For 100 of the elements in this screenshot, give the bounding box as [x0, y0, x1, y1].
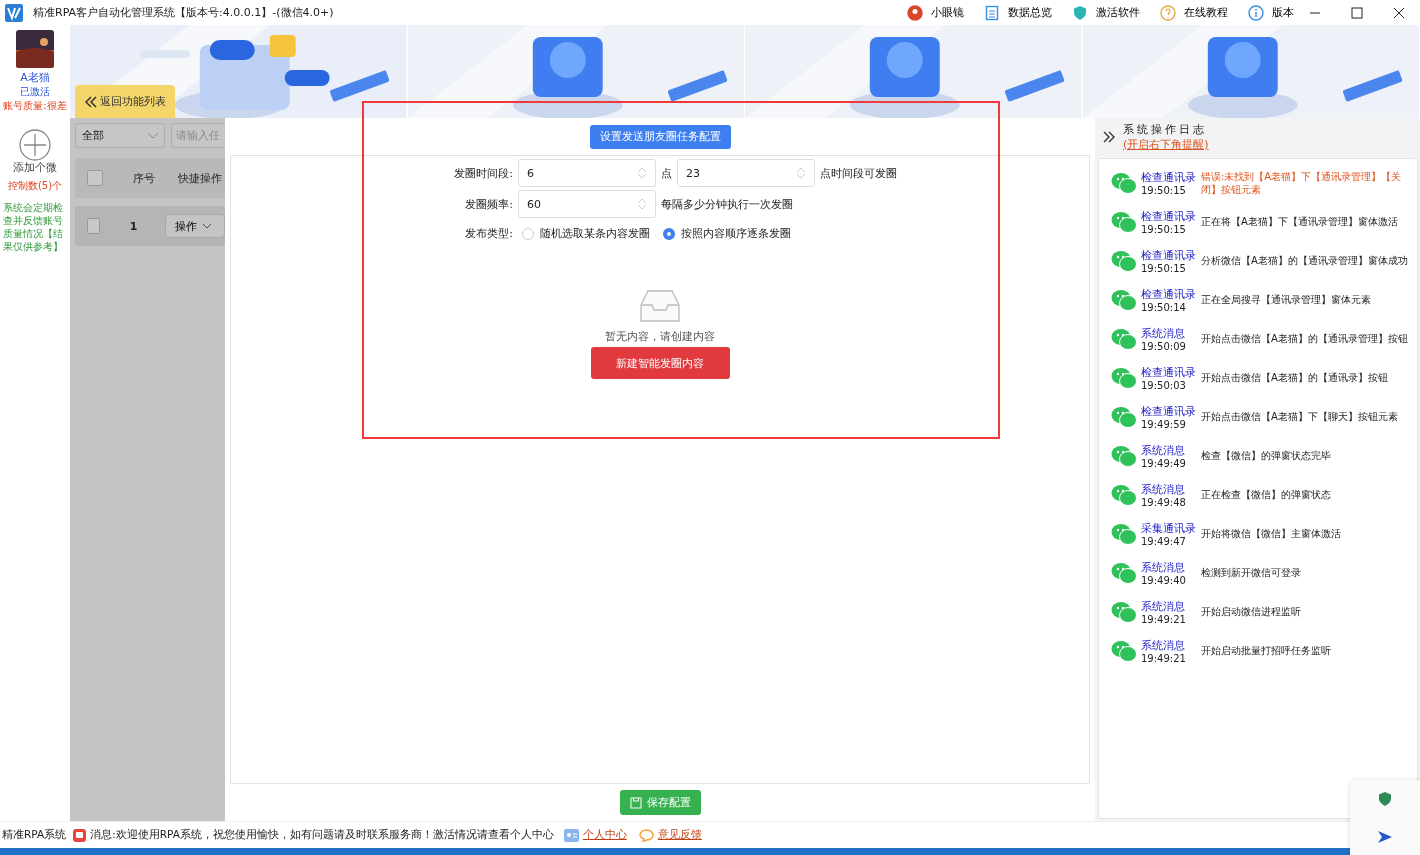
speech-bubble-icon — [638, 828, 654, 842]
chat-bubbles-icon — [1111, 639, 1137, 662]
log-category: 系统消息 — [1141, 325, 1186, 341]
column-header: 序号 — [133, 170, 156, 186]
status-link[interactable]: 意见反馈 — [657, 828, 702, 842]
log-title: 系统操作日志 — [1123, 121, 1208, 137]
toolbar-button[interactable]: 版本 — [1248, 4, 1294, 21]
log-message: 正在检查【微信】的弹窗状态 — [1201, 488, 1332, 501]
log-category: 系统消息 — [1141, 559, 1186, 575]
id-card-icon — [563, 828, 579, 842]
log-message: 正在全局搜寻【通讯录管理】窗体元素 — [1201, 293, 1372, 306]
field-label: 发圈时间段: — [453, 165, 513, 181]
save-icon — [629, 796, 642, 809]
arrow-icon[interactable] — [1377, 829, 1393, 844]
chat-bubbles-icon — [1111, 288, 1137, 311]
log-time: 19:50:03 — [1141, 379, 1187, 391]
person-icon — [907, 4, 923, 21]
field-label: 发布类型: — [464, 226, 513, 241]
action-dropdown[interactable]: 操作 — [165, 214, 225, 238]
collapse-icon[interactable] — [1103, 130, 1115, 143]
chat-bubbles-icon — [1111, 522, 1137, 545]
log-message: 分析微信【A老猫】的【通讯录管理】窗体成功 — [1201, 254, 1409, 267]
clipboard-icon — [984, 4, 1000, 21]
account-name: A老猫 — [20, 70, 50, 85]
status-message: 消息:欢迎使用RPA系统，祝您使用愉快，如有问题请及时联系服务商！激活情况请查看个人中心 — [90, 828, 554, 842]
chat-bubbles-icon — [1111, 483, 1137, 506]
frequency-field[interactable]: 60 — [518, 190, 656, 218]
quality-note: 系统会定期检查并反馈账号质量情况【结果仅供参考】 — [2, 201, 64, 253]
caret-icon — [203, 223, 211, 229]
double-chevron-icon — [84, 95, 97, 108]
shield-icon — [1072, 4, 1088, 21]
chat-bubbles-icon — [1111, 405, 1137, 428]
select-all-checkbox[interactable] — [87, 170, 103, 186]
radio-option[interactable]: 随机选取某条内容发圈 — [522, 226, 650, 241]
toolbar-button[interactable]: 激活软件 — [1072, 4, 1140, 21]
chat-bubbles-icon — [1111, 210, 1137, 233]
field-hint: 点时间段可发圈 — [820, 165, 897, 181]
chat-bubbles-icon — [1111, 444, 1137, 467]
log-time: 19:49:49 — [1141, 457, 1187, 469]
message-icon — [73, 828, 87, 842]
filter-dropdown[interactable]: 全部 — [75, 123, 165, 148]
chat-bubbles-icon — [1111, 561, 1137, 584]
chat-bubbles-icon — [1111, 327, 1137, 350]
app-name: 精准RPA系统 — [2, 828, 67, 842]
start-hour-field[interactable]: 6 — [518, 159, 656, 187]
question-icon — [1160, 4, 1176, 21]
empty-inbox-icon — [640, 289, 680, 323]
create-content-button[interactable]: 新建智能发圈内容 — [590, 347, 730, 379]
log-message: 开始点击微信【A老猫】的【通讯录管理】按钮 — [1201, 332, 1409, 345]
add-account-button[interactable]: 添加个微 — [13, 129, 57, 175]
toolbar-button[interactable]: 数据总览 — [984, 4, 1052, 21]
log-category: 检查通讯录 — [1141, 247, 1197, 263]
table-cell-text: 1 — [129, 219, 139, 233]
log-message: 正在将【A老猫】下【通讯录管理】窗体激活 — [1201, 215, 1399, 228]
toolbar-button[interactable]: 小眼镜 — [907, 4, 964, 21]
field-hint: 每隔多少分钟执行一次发圈 — [661, 196, 793, 212]
log-time: 19:50:15 — [1141, 262, 1187, 274]
log-time: 19:50:09 — [1141, 340, 1187, 352]
control-count: 控制数(5)个 — [7, 179, 63, 193]
reminder-link[interactable]: (开启右下角提醒) — [1123, 136, 1209, 152]
chat-bubbles-icon — [1111, 171, 1137, 194]
toolbar-button[interactable]: 在线教程 — [1160, 4, 1228, 21]
log-category: 采集通讯录 — [1141, 520, 1197, 536]
log-time: 19:49:48 — [1141, 496, 1187, 508]
log-time: 19:49:21 — [1141, 613, 1187, 625]
log-category: 系统消息 — [1141, 442, 1186, 458]
chat-bubbles-icon — [1111, 249, 1137, 272]
shield-icon[interactable] — [1378, 791, 1392, 808]
app-logo-icon — [5, 3, 23, 22]
close-icon — [1393, 6, 1405, 19]
log-time: 19:49:21 — [1141, 652, 1187, 664]
log-category: 检查通讯录 — [1141, 286, 1197, 302]
log-message: 开始启动批量打招呼任务监听 — [1201, 644, 1332, 657]
column-header: 快捷操作 — [178, 170, 222, 186]
chat-bubbles-icon — [1111, 600, 1137, 623]
spinner-arrows-icon — [796, 167, 806, 179]
chat-bubbles-icon — [1111, 366, 1137, 389]
log-category: 系统消息 — [1141, 598, 1186, 614]
maximize-icon — [1351, 6, 1363, 19]
log-message: 检查【微信】的弹窗状态完毕 — [1201, 449, 1332, 462]
log-category: 检查通讯录 — [1141, 169, 1197, 185]
account-quality: 账号质量:很差 — [3, 99, 67, 113]
log-message: 开始将微信【微信】主窗体激活 — [1201, 527, 1342, 540]
plus-icon — [19, 129, 51, 161]
log-time: 19:49:40 — [1141, 574, 1187, 586]
row-checkbox[interactable] — [87, 218, 100, 234]
log-time: 19:50:15 — [1141, 184, 1187, 196]
account-status: 已激活 — [20, 85, 50, 99]
log-time: 19:49:47 — [1141, 535, 1187, 547]
log-category: 检查通讯录 — [1141, 364, 1197, 380]
back-to-features-button[interactable]: 返回功能列表 — [75, 85, 175, 118]
status-link[interactable]: 个人中心 — [582, 828, 627, 842]
radio-option[interactable]: 按照内容顺序逐条发圈 — [663, 226, 791, 241]
field-label: 发圈频率: — [464, 196, 513, 212]
task-config-button[interactable]: 设置发送朋友圈任务配置 — [589, 124, 731, 149]
empty-message: 暂无内容，请创建内容 — [605, 329, 715, 344]
log-category: 系统消息 — [1141, 637, 1186, 653]
info-icon — [1248, 4, 1264, 21]
end-hour-field[interactable]: 23 — [677, 159, 815, 187]
log-category: 检查通讯录 — [1141, 208, 1197, 224]
